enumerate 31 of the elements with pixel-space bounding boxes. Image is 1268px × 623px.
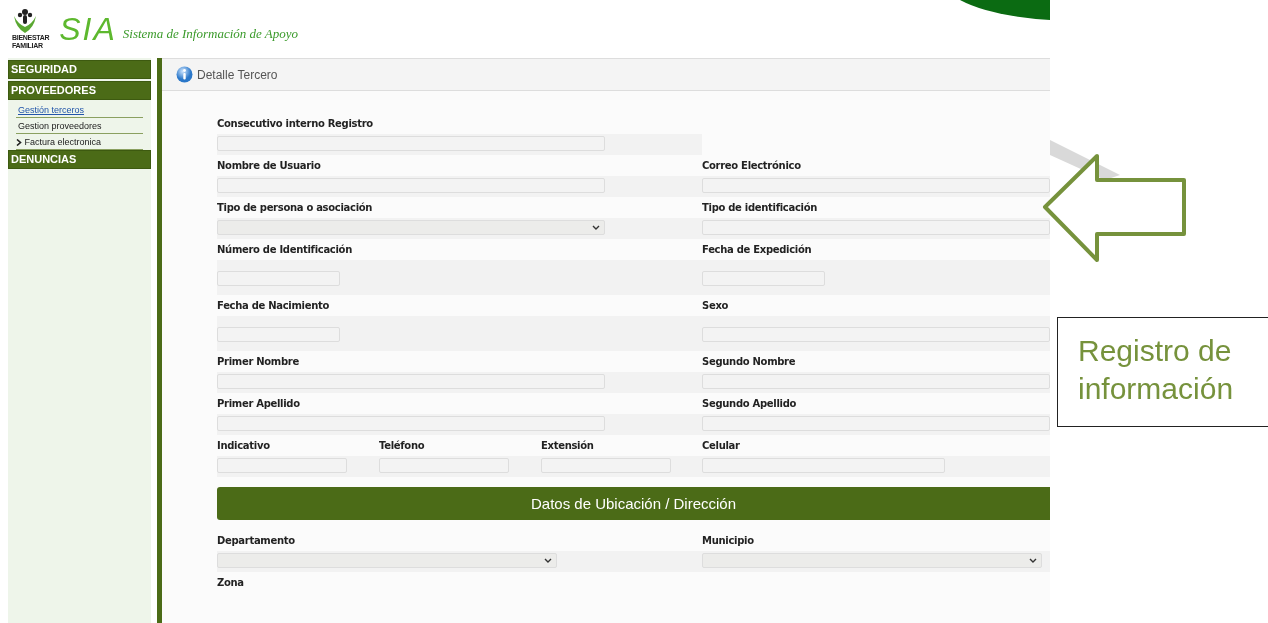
input-field[interactable] — [217, 416, 605, 431]
input-field[interactable] — [217, 178, 605, 193]
section-banner: Datos de Ubicación / Dirección — [217, 487, 1050, 520]
input-field[interactable] — [702, 220, 1050, 235]
menu-link[interactable]: Gestion proveedores — [16, 118, 143, 134]
input-field[interactable] — [217, 271, 340, 286]
logo-icon — [12, 8, 38, 34]
page-title: Detalle Tercero — [197, 67, 278, 82]
callout-text: Registro de información — [1057, 317, 1268, 427]
caret-icon — [1029, 558, 1037, 563]
input-field[interactable] — [702, 416, 1050, 431]
input-field[interactable] — [702, 327, 1050, 342]
caret-icon — [592, 225, 600, 230]
caret-icon — [544, 558, 552, 563]
input-field[interactable] — [702, 374, 1050, 389]
brand-subtitle: Sistema de Información de Apoyo — [122, 26, 299, 42]
brand-name: SIA — [59, 10, 117, 48]
select-field[interactable] — [217, 220, 605, 235]
input-field[interactable] — [702, 178, 1050, 193]
select-field[interactable] — [217, 553, 557, 568]
input-field[interactable] — [217, 374, 605, 389]
input-field[interactable] — [217, 136, 605, 151]
menu-section[interactable]: SEGURIDAD — [8, 60, 151, 79]
chevron-icon — [16, 138, 22, 145]
info-icon — [176, 66, 193, 83]
menu-link[interactable]: Gestión terceros — [16, 102, 143, 118]
menu-section[interactable]: PROVEEDORES — [8, 81, 151, 100]
input-field[interactable] — [217, 458, 347, 473]
select-field[interactable] — [702, 553, 1042, 568]
menu-section[interactable]: DENUNCIAS — [8, 150, 151, 169]
input-field[interactable] — [217, 327, 340, 342]
